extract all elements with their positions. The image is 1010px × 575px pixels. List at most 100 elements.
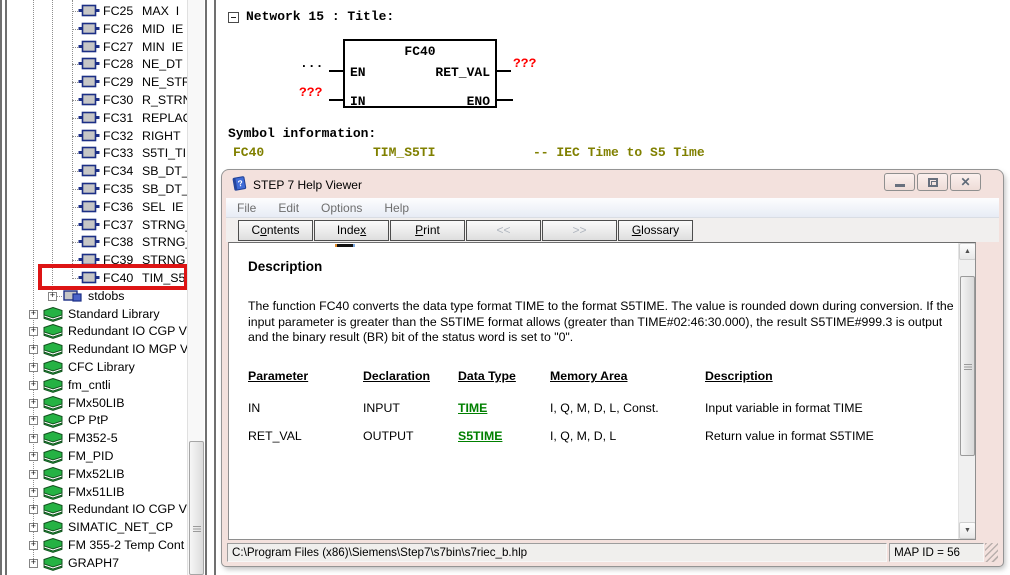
- tree-row[interactable]: FC28NE_DT: [7, 55, 187, 73]
- content-scrollbar-thumb[interactable]: [960, 276, 975, 456]
- library-name: FMx51LIB: [68, 485, 124, 499]
- tree-row[interactable]: +CFC Library: [7, 358, 187, 376]
- library-name: FMx50LIB: [68, 396, 124, 410]
- block-symbol: STRNG_: [142, 218, 187, 232]
- toolbar-button-browse-forward[interactable]: >>: [542, 220, 617, 241]
- expand-icon[interactable]: +: [29, 310, 38, 319]
- tree-row[interactable]: +FM352-5: [7, 429, 187, 447]
- menu-item-help[interactable]: Help: [373, 199, 420, 217]
- tree-row[interactable]: +Redundant IO CGP V4: [7, 322, 187, 340]
- tree-row[interactable]: FC33S5TI_TI: [7, 144, 187, 162]
- network-collapse-icon[interactable]: [228, 12, 239, 23]
- content-scrollbar[interactable]: ▲ ▼: [958, 243, 975, 539]
- tree-row[interactable]: FC34SB_DT_: [7, 162, 187, 180]
- block-title: FC40: [345, 44, 495, 59]
- expand-icon[interactable]: +: [29, 327, 38, 336]
- expand-icon[interactable]: +: [29, 399, 38, 408]
- toolbar-button-contents[interactable]: Contents: [238, 220, 313, 241]
- toolbar-button-browse-back[interactable]: <<: [466, 220, 541, 241]
- expand-icon[interactable]: +: [29, 416, 38, 425]
- tree-row[interactable]: +Redundant IO MGP V: [7, 340, 187, 358]
- tree-row[interactable]: FC32 RIGHT: [7, 127, 187, 145]
- expand-icon[interactable]: +: [29, 523, 38, 532]
- expand-icon[interactable]: +: [29, 345, 38, 354]
- library-name: fm_cntli: [68, 378, 111, 392]
- toolbar-button-glossary[interactable]: Glossary: [618, 220, 693, 241]
- expand-icon[interactable]: +: [29, 363, 38, 372]
- menu-item-options[interactable]: Options: [310, 199, 373, 217]
- minimize-button[interactable]: [884, 173, 915, 191]
- scroll-up-icon[interactable]: ▲: [959, 243, 976, 260]
- in-operand-placeholder[interactable]: ???: [299, 85, 322, 100]
- tree-row[interactable]: FC31REPLAC: [7, 109, 187, 127]
- button-label: lossary: [641, 223, 679, 237]
- function-block-icon: [78, 129, 100, 145]
- description-paragraph: The function FC40 converts the data type…: [248, 299, 965, 346]
- scroll-down-icon[interactable]: ▼: [959, 522, 976, 539]
- data-type-link[interactable]: S5TIME: [458, 429, 502, 443]
- tree-row[interactable]: + FMx50LIB: [7, 394, 187, 412]
- tree-row[interactable]: +FMx52LIB: [7, 465, 187, 483]
- function-block-icon: [78, 57, 100, 73]
- tree-row[interactable]: + FM_PID: [7, 447, 187, 465]
- expand-icon[interactable]: +: [29, 488, 38, 497]
- tree-row[interactable]: +FM 355-2 Temp Cont: [7, 536, 187, 554]
- tree-row[interactable]: FC37STRNG_: [7, 216, 187, 234]
- library-name: Standard Library: [68, 307, 160, 321]
- cell-declaration: OUTPUT: [363, 429, 458, 443]
- tree-row[interactable]: + FMx51LIB: [7, 483, 187, 501]
- tree-row[interactable]: FC29NE_STR: [7, 73, 187, 91]
- tree-row[interactable]: FC26MID IE: [7, 20, 187, 38]
- close-button[interactable]: ✕: [950, 173, 981, 191]
- tree-row[interactable]: +CP PtP: [7, 411, 187, 429]
- help-status-bar: C:\Program Files (x86)\Siemens\Step7\s7b…: [227, 543, 998, 562]
- tree-row[interactable]: FC35SB_DT_: [7, 180, 187, 198]
- expand-icon[interactable]: +: [29, 434, 38, 443]
- scrolled-heading-fragment: [337, 244, 353, 247]
- tree-item-label: stdobs: [88, 289, 125, 303]
- expand-icon[interactable]: +: [29, 541, 38, 550]
- toolbar-button-print[interactable]: Print: [390, 220, 465, 241]
- expand-icon[interactable]: +: [48, 292, 57, 301]
- pane-separator[interactable]: [205, 0, 216, 575]
- block-symbol: NE_DT: [142, 57, 183, 71]
- tree-row[interactable]: + Standard Library: [7, 305, 187, 323]
- maximize-button[interactable]: [917, 173, 948, 191]
- tree-row[interactable]: FC38STRNG_: [7, 233, 187, 251]
- tree-row[interactable]: FC36SEL IE: [7, 198, 187, 216]
- expand-icon[interactable]: +: [29, 470, 38, 479]
- ret-val-wire: [497, 70, 511, 72]
- tree-row[interactable]: + fm_cntli: [7, 376, 187, 394]
- tree-row[interactable]: FC30R_STRN: [7, 91, 187, 109]
- block-symbol: RIGHT: [142, 129, 181, 143]
- resize-grip-icon[interactable]: [985, 543, 998, 562]
- menu-item-file[interactable]: File: [226, 199, 267, 217]
- tree-scrollbar[interactable]: [187, 0, 204, 575]
- toolbar-button-index[interactable]: Index: [314, 220, 389, 241]
- expand-icon[interactable]: +: [29, 452, 38, 461]
- help-title-bar[interactable]: ? STEP 7 Help Viewer ✕: [222, 170, 1003, 198]
- tree-row[interactable]: +SIMATIC_NET_CP: [7, 518, 187, 536]
- tree-row[interactable]: +Redundant IO CGP V5: [7, 500, 187, 518]
- ret-val-operand-placeholder[interactable]: ???: [513, 56, 536, 71]
- block-symbol: R_STRN: [142, 93, 187, 107]
- app-root: FC25MAX IFC26MID IEFC27MIN IEFC28NE_DTFC…: [0, 0, 1010, 575]
- tree-scrollbar-thumb[interactable]: [189, 441, 204, 575]
- function-block-icon: [78, 111, 100, 127]
- function-block-icon: [78, 22, 100, 38]
- block-folder-icon: [63, 289, 82, 305]
- tree-row[interactable]: +GRAPH7: [7, 554, 187, 572]
- library-name: FM_PID: [68, 449, 113, 463]
- expand-icon[interactable]: +: [29, 505, 38, 514]
- block-id: FC32: [103, 129, 133, 143]
- tree-row[interactable]: FC25MAX I: [7, 2, 187, 20]
- data-type-link[interactable]: TIME: [458, 401, 487, 415]
- expand-icon[interactable]: +: [29, 559, 38, 568]
- menu-item-edit[interactable]: Edit: [267, 199, 310, 217]
- tree-row[interactable]: FC27MIN IE: [7, 38, 187, 56]
- pin-in: IN: [350, 94, 366, 109]
- help-content: Description The function FC40 converts t…: [228, 242, 976, 540]
- en-operand[interactable]: ...: [300, 56, 323, 71]
- expand-icon[interactable]: +: [29, 381, 38, 390]
- fc40-block[interactable]: FC40 EN RET_VAL IN ENO: [343, 39, 497, 108]
